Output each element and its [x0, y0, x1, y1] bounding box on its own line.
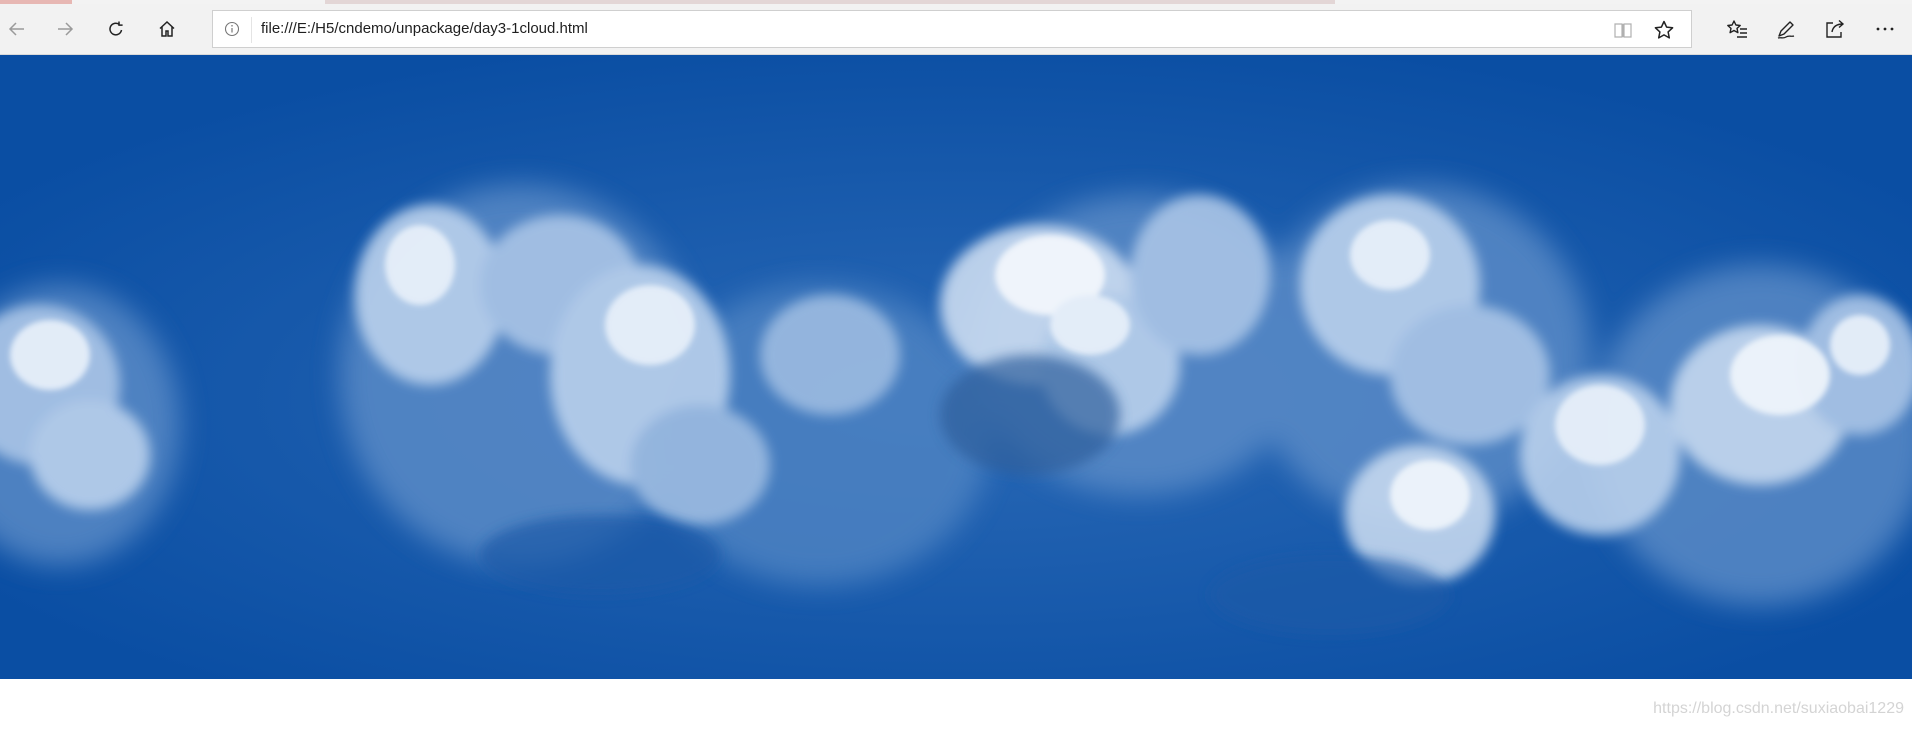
share-button[interactable]	[1818, 13, 1852, 45]
watermark-text: https://blog.csdn.net/suxiaobai1229	[1653, 700, 1904, 717]
more-dots-icon	[1876, 27, 1894, 31]
reading-view-icon	[1614, 23, 1632, 38]
address-bar[interactable]: file:///E:/H5/cndemo/unpackage/day3-1clo…	[212, 10, 1692, 48]
favorites-list-icon	[1727, 20, 1747, 38]
site-info-button[interactable]	[223, 20, 241, 38]
favorites-hub-button[interactable]	[1720, 13, 1754, 45]
forward-arrow-icon	[58, 22, 74, 36]
reading-view-button[interactable]	[1613, 20, 1633, 45]
forward-button[interactable]	[48, 13, 82, 45]
info-icon	[224, 21, 240, 37]
home-icon	[159, 20, 175, 37]
notes-button[interactable]	[1769, 13, 1803, 45]
url-text[interactable]: file:///E:/H5/cndemo/unpackage/day3-1clo…	[261, 20, 588, 37]
refresh-icon	[109, 21, 123, 36]
share-icon	[1826, 19, 1845, 38]
refresh-button[interactable]	[99, 13, 133, 45]
more-button[interactable]	[1868, 13, 1902, 45]
star-icon	[1654, 20, 1674, 39]
cloud-sky-image	[0, 55, 1912, 679]
favorite-button[interactable]	[1653, 19, 1675, 46]
browser-toolbar: file:///E:/H5/cndemo/unpackage/day3-1clo…	[0, 4, 1912, 55]
back-arrow-icon	[8, 22, 24, 36]
back-button[interactable]	[0, 13, 34, 45]
address-separator	[251, 17, 252, 43]
cloud-illustration	[0, 55, 1912, 679]
pen-icon	[1777, 21, 1795, 39]
home-button[interactable]	[150, 13, 184, 45]
